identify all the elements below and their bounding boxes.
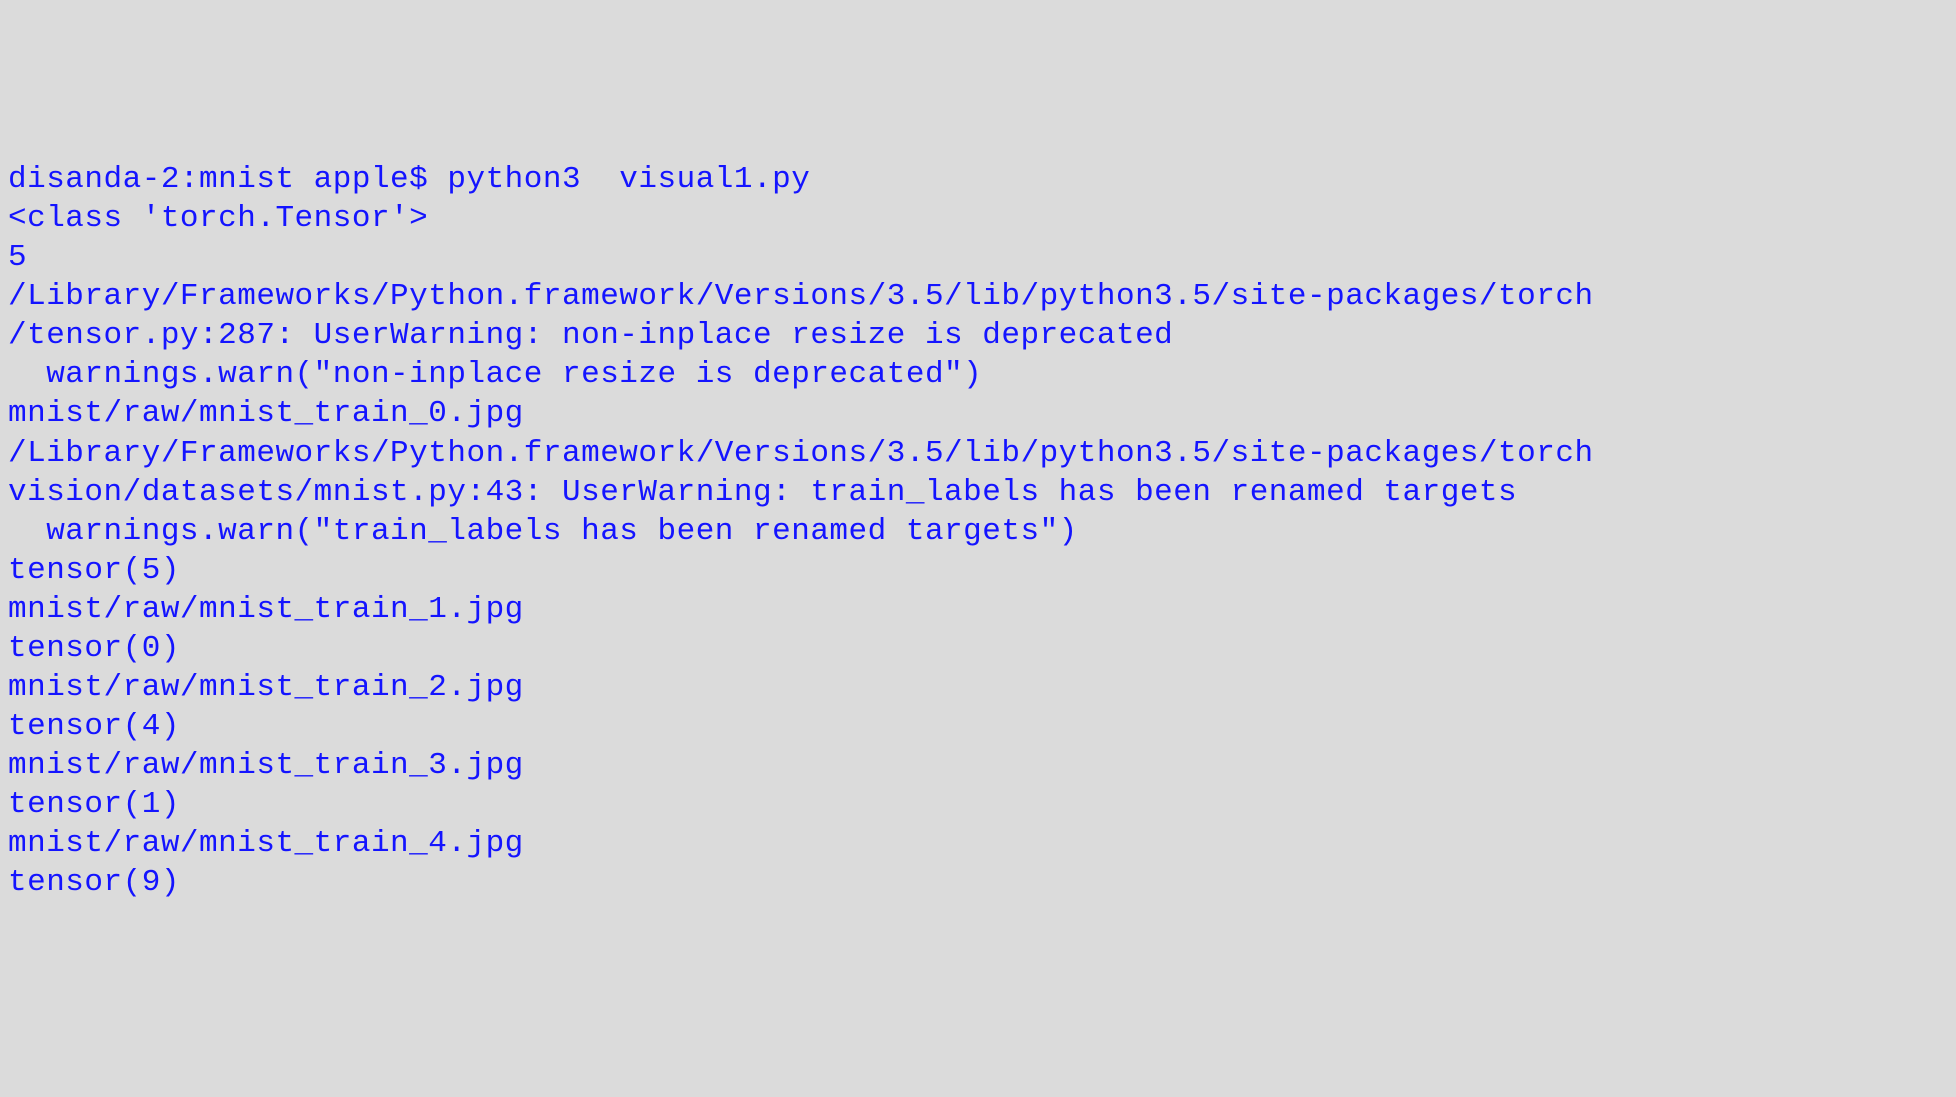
terminal-line: mnist/raw/mnist_train_4.jpg: [8, 824, 1948, 863]
terminal-line: tensor(4): [8, 707, 1948, 746]
terminal-output[interactable]: disanda-2:mnist apple$ python3 visual1.p…: [8, 160, 1948, 902]
terminal-line: /Library/Frameworks/Python.framework/Ver…: [8, 277, 1948, 316]
terminal-line: tensor(1): [8, 785, 1948, 824]
terminal-line: vision/datasets/mnist.py:43: UserWarning…: [8, 473, 1948, 512]
terminal-line: tensor(5): [8, 551, 1948, 590]
terminal-line: /Library/Frameworks/Python.framework/Ver…: [8, 434, 1948, 473]
terminal-line: disanda-2:mnist apple$ python3 visual1.p…: [8, 160, 1948, 199]
terminal-line: tensor(9): [8, 863, 1948, 902]
terminal-line: warnings.warn("non-inplace resize is dep…: [8, 355, 1948, 394]
terminal-line: mnist/raw/mnist_train_1.jpg: [8, 590, 1948, 629]
terminal-line: /tensor.py:287: UserWarning: non-inplace…: [8, 316, 1948, 355]
terminal-line: warnings.warn("train_labels has been ren…: [8, 512, 1948, 551]
terminal-line: mnist/raw/mnist_train_0.jpg: [8, 394, 1948, 433]
terminal-line: <class 'torch.Tensor'>: [8, 199, 1948, 238]
terminal-line: mnist/raw/mnist_train_3.jpg: [8, 746, 1948, 785]
terminal-line: 5: [8, 238, 1948, 277]
terminal-line: tensor(0): [8, 629, 1948, 668]
terminal-line: mnist/raw/mnist_train_2.jpg: [8, 668, 1948, 707]
